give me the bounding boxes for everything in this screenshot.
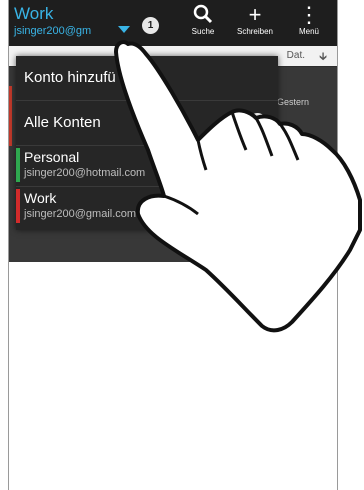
menu-label: Menü	[298, 27, 319, 36]
plus-icon: +	[248, 2, 262, 27]
account-name: Work	[24, 190, 57, 206]
account-color-bar	[16, 148, 20, 182]
account-email: jsinger200@gm	[14, 25, 92, 37]
sort-label[interactable]: Dat.	[287, 50, 305, 61]
account-email: jsinger200@gmail.com	[24, 208, 137, 220]
all-accounts-label: Alle Konten	[24, 114, 101, 131]
account-name: Personal	[24, 149, 80, 165]
account-item-personal[interactable]: Personal jsinger200@hotmail.com	[16, 146, 278, 187]
search-label: Suche	[191, 27, 215, 36]
all-accounts-item[interactable]: Alle Konten 2	[16, 101, 278, 146]
account-color-bar	[16, 189, 20, 223]
action-bar: Work jsinger200@gm 1 Suche + Schreiben ⋮…	[9, 0, 337, 46]
dropdown-arrow-icon[interactable]	[118, 26, 130, 33]
account-dropdown-menu: Konto hinzufü Alle Konten 2 Personal jsi…	[16, 56, 278, 230]
all-accounts-count-badge: 2	[249, 113, 266, 130]
search-button[interactable]: Suche	[177, 3, 229, 43]
sort-down-icon[interactable]: 🡳	[319, 48, 327, 67]
compose-button[interactable]: + Schreiben	[229, 3, 281, 43]
overflow-menu-icon: ⋮	[298, 2, 320, 27]
compose-label: Schreiben	[236, 27, 274, 36]
account-email: jsinger200@hotmail.com	[24, 167, 146, 179]
unread-count-badge: 1	[142, 17, 159, 34]
account-item-work[interactable]: Work jsinger200@gmail.com	[16, 187, 278, 229]
background-account-color-strip	[9, 86, 12, 146]
account-switcher[interactable]: Work jsinger200@gm 1	[9, 0, 167, 46]
search-icon	[177, 3, 229, 27]
phone-screen: Work jsinger200@gm 1 Suche + Schreiben ⋮…	[8, 0, 338, 490]
add-account-item[interactable]: Konto hinzufü	[16, 56, 278, 101]
account-title: Work	[14, 4, 54, 23]
menu-button[interactable]: ⋮ Menü	[283, 3, 335, 43]
add-account-label: Konto hinzufü	[24, 69, 116, 86]
